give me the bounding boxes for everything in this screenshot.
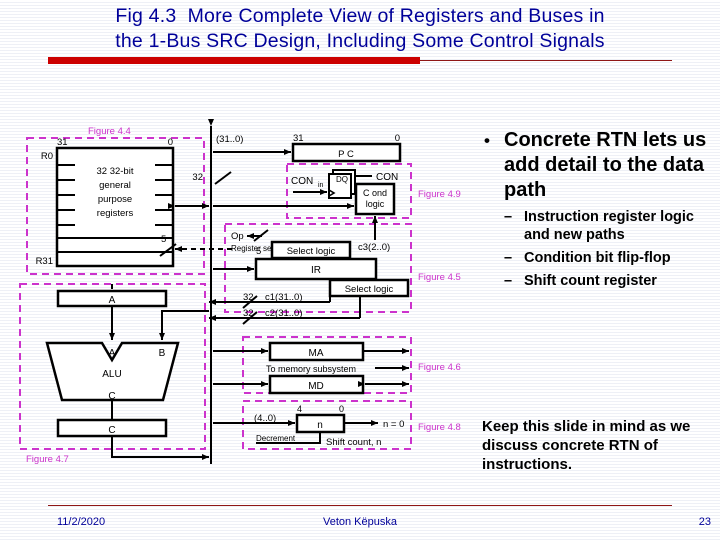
decrement-label: Decrement xyxy=(256,434,296,443)
ff-q-label: Q xyxy=(342,175,348,184)
a-register-label: A xyxy=(109,295,116,306)
footer-page-number: 23 xyxy=(698,516,711,528)
keep-in-mind-note: Keep this slide in mind as we discuss co… xyxy=(482,418,691,473)
cond-logic-line1: C ond xyxy=(363,188,387,198)
select-logic-top-label: Select logic xyxy=(287,246,336,257)
regfile-bit-0: 0 xyxy=(168,137,173,148)
pc-bit-31: 31 xyxy=(293,133,304,144)
alu-port-a: A xyxy=(109,348,116,359)
title-line-1: Fig 4.3 More Complete View of Registers … xyxy=(115,5,605,27)
shift-count-caption: Shift count, n xyxy=(326,437,381,448)
bullet-sub-1: Instruction register logic and new paths xyxy=(482,208,714,244)
regfile-bit-31: 31 xyxy=(57,137,68,148)
bus-to-b-input xyxy=(159,310,209,340)
shift-bit-low: 0 xyxy=(339,404,344,414)
c-register-label: C xyxy=(108,425,115,436)
ir-label: IR xyxy=(311,265,321,276)
select-logic-bottom-label: Select logic xyxy=(345,284,394,295)
bullet-main: Concrete RTN lets us add detail to the d… xyxy=(482,128,714,203)
shift-bit-high: 4 xyxy=(297,404,302,414)
c1-label: c1(31..0) xyxy=(265,292,303,303)
title-line-2: the 1-Bus SRC Design, Including Some Con… xyxy=(115,30,605,52)
figure-label-ir: Figure 4.5 xyxy=(418,272,461,283)
con-out-label: CON xyxy=(376,172,398,183)
op-label: Op xyxy=(231,231,244,242)
c2-label: c2(31..0) xyxy=(265,308,303,319)
ma-label: MA xyxy=(309,348,324,359)
cond-logic-line2: logic xyxy=(366,199,385,209)
bus-width-slash xyxy=(214,171,232,185)
title-rule-accent xyxy=(48,57,420,64)
con-in-label: CON xyxy=(291,176,313,187)
figure-label-alu: Figure 4.7 xyxy=(26,454,69,465)
pc-label: P C xyxy=(338,149,354,160)
regfile-caption-1: 32 32-bit xyxy=(97,166,134,177)
c-register-to-bus xyxy=(111,436,209,460)
regsel-width-label: 5 xyxy=(161,234,166,245)
bullet-sub-3: Shift count register xyxy=(482,272,714,290)
shift-zero-label: n = 0 xyxy=(383,419,404,430)
regfile-caption-2: general xyxy=(99,180,131,191)
bullet-sub-2: Condition bit flip-flop xyxy=(482,249,714,267)
regfile-last-reg: R31 xyxy=(36,256,53,267)
alu-name: ALU xyxy=(102,369,121,380)
con-in-subscript: in xyxy=(318,182,324,189)
bullet-list: Concrete RTN lets us add detail to the d… xyxy=(482,128,714,290)
md-label: MD xyxy=(308,381,324,392)
slide-canvas: Fig 4.3 More Complete View of Registers … xyxy=(0,0,720,540)
regfile-first-reg: R0 xyxy=(41,151,53,162)
to-memory-subsystem-label: To memory subsystem xyxy=(266,364,356,374)
c1-width-label: 32 xyxy=(243,292,254,303)
footer-rule xyxy=(48,505,672,506)
figure-label-memory: Figure 4.6 xyxy=(418,362,461,373)
regfile-caption-3: purpose xyxy=(98,194,132,205)
c2-width-label: 32 xyxy=(243,308,254,319)
src-datapath-diagram: Figure 4.4 Figure 4.9 Figure 4.5 Figure … xyxy=(0,112,470,472)
bus-range-label: (31..0) xyxy=(216,134,243,145)
figure-label-regfile: Figure 4.4 xyxy=(88,126,131,137)
figure-label-cond: Figure 4.9 xyxy=(418,189,461,200)
shift-register-label: n xyxy=(317,420,323,431)
figure-label-shift: Figure 4.8 xyxy=(418,422,461,433)
pc-bit-0: 0 xyxy=(395,133,400,144)
regfile-caption-4: registers xyxy=(97,208,134,219)
alu-port-b: B xyxy=(159,348,166,359)
c3-label: c3(2..0) xyxy=(358,242,390,253)
bus-width-label: 32 xyxy=(192,172,203,183)
page-title: Fig 4.3 More Complete View of Registers … xyxy=(30,4,690,54)
